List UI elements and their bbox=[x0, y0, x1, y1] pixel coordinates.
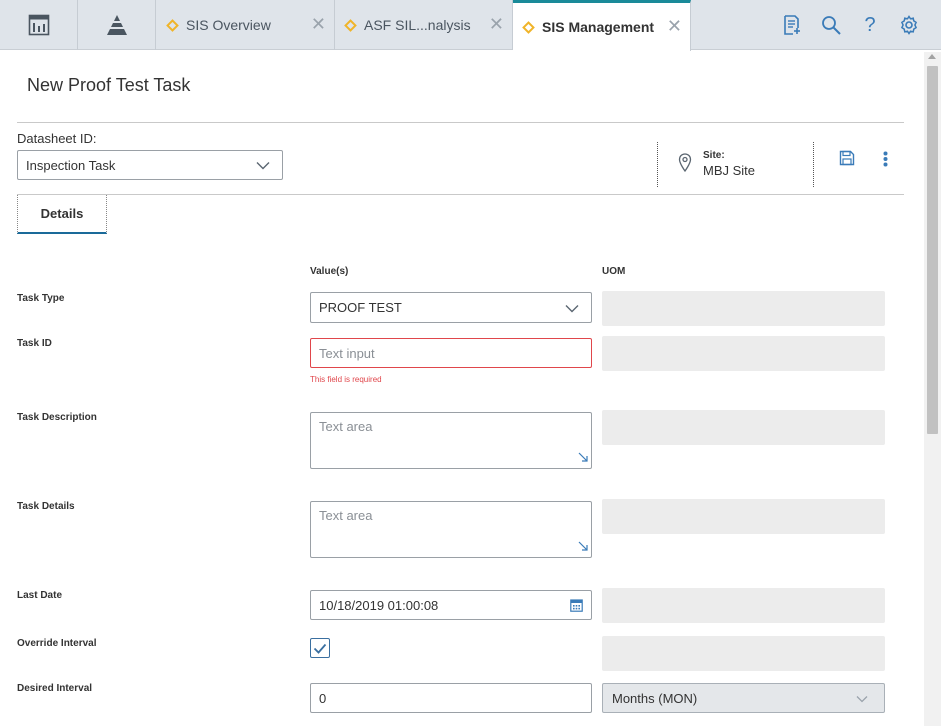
desired-interval-uom-select[interactable]: Months (MON) bbox=[602, 683, 885, 713]
divider bbox=[17, 194, 904, 195]
task-details-label: Task Details bbox=[17, 501, 75, 512]
datasheet-select[interactable]: Inspection Task bbox=[17, 150, 283, 180]
calendar-icon[interactable] bbox=[570, 598, 583, 615]
override-interval-label: Override Interval bbox=[17, 638, 97, 649]
task-id-error: This field is required bbox=[310, 375, 382, 384]
last-date-label: Last Date bbox=[17, 590, 63, 601]
resize-handle-icon[interactable] bbox=[578, 450, 588, 465]
resize-handle-icon[interactable] bbox=[578, 539, 588, 554]
site-value: MBJ Site bbox=[703, 163, 756, 178]
override-interval-uom bbox=[602, 636, 885, 671]
tab-sis-management[interactable]: SIS Management ✕ bbox=[513, 0, 691, 51]
last-date-input[interactable]: 10/18/2019 01:00:08 bbox=[310, 590, 592, 620]
chevron-down-icon bbox=[256, 158, 270, 173]
last-date-uom bbox=[602, 588, 885, 623]
help-icon[interactable]: ? bbox=[860, 14, 880, 36]
dashboard-icon[interactable] bbox=[0, 0, 78, 50]
page-title: New Proof Test Task bbox=[27, 75, 191, 95]
task-details-uom bbox=[602, 499, 885, 534]
task-id-input[interactable]: Text input bbox=[310, 338, 592, 368]
checkmark-icon bbox=[313, 643, 327, 654]
vertical-scrollbar[interactable] bbox=[924, 52, 941, 726]
diamond-icon bbox=[522, 20, 535, 34]
diamond-icon bbox=[166, 18, 179, 32]
task-description-textarea[interactable]: Text area bbox=[310, 412, 592, 469]
pyramid-icon[interactable] bbox=[78, 0, 156, 50]
close-icon[interactable]: ✕ bbox=[489, 14, 504, 35]
location-pin-icon bbox=[678, 153, 692, 177]
divider bbox=[17, 122, 904, 123]
task-type-uom bbox=[602, 291, 885, 326]
settings-gear-icon[interactable] bbox=[899, 15, 919, 35]
more-options-icon[interactable] bbox=[883, 151, 888, 172]
save-icon[interactable] bbox=[839, 150, 855, 171]
chevron-down-icon bbox=[856, 691, 868, 706]
tab-asf-sil-analysis[interactable]: ASF SIL...nalysis ✕ bbox=[335, 0, 513, 50]
uom-column-header: UOM bbox=[602, 266, 626, 277]
diamond-icon bbox=[344, 18, 357, 32]
site-label: Site: bbox=[703, 150, 725, 161]
tab-label: SIS Overview bbox=[186, 17, 271, 33]
scroll-up-arrow-icon[interactable] bbox=[928, 54, 936, 59]
task-id-placeholder: Text input bbox=[319, 345, 375, 361]
last-date-value: 10/18/2019 01:00:08 bbox=[319, 597, 439, 613]
values-column-header: Value(s) bbox=[310, 266, 349, 277]
task-type-value: PROOF TEST bbox=[319, 300, 402, 315]
tab-details[interactable]: Details bbox=[17, 195, 107, 234]
desired-interval-label: Desired Interval bbox=[17, 683, 93, 694]
separator bbox=[657, 142, 658, 187]
desired-interval-input[interactable]: 0 bbox=[310, 683, 592, 713]
override-interval-checkbox[interactable] bbox=[310, 638, 330, 658]
task-id-label: Task ID bbox=[17, 338, 52, 349]
task-description-placeholder: Text area bbox=[319, 419, 373, 434]
task-type-label: Task Type bbox=[17, 293, 65, 304]
task-id-uom bbox=[602, 336, 885, 371]
desired-interval-uom-value: Months (MON) bbox=[612, 690, 698, 706]
task-description-uom bbox=[602, 410, 885, 445]
tab-label: ASF SIL...nalysis bbox=[364, 17, 471, 33]
task-details-textarea[interactable]: Text area bbox=[310, 501, 592, 558]
scroll-thumb[interactable] bbox=[927, 66, 938, 434]
tab-sis-overview[interactable]: SIS Overview ✕ bbox=[157, 0, 335, 50]
task-type-select[interactable]: PROOF TEST bbox=[310, 292, 592, 323]
new-document-icon[interactable] bbox=[782, 15, 802, 35]
task-details-placeholder: Text area bbox=[319, 508, 373, 523]
close-icon[interactable]: ✕ bbox=[311, 14, 326, 35]
datasheet-value: Inspection Task bbox=[26, 157, 116, 173]
desired-interval-value: 0 bbox=[319, 690, 327, 706]
task-description-label: Task Description bbox=[17, 412, 97, 423]
chevron-down-icon bbox=[565, 300, 579, 315]
tab-label: SIS Management bbox=[542, 19, 655, 35]
toolbar-icons: ? bbox=[782, 0, 919, 50]
datasheet-label: Datasheet ID: bbox=[17, 131, 97, 146]
top-tab-bar: SIS Overview ✕ ASF SIL...nalysis ✕ SIS M… bbox=[0, 0, 941, 51]
separator bbox=[813, 142, 814, 187]
close-icon[interactable]: ✕ bbox=[667, 16, 682, 37]
search-icon[interactable] bbox=[821, 15, 841, 35]
